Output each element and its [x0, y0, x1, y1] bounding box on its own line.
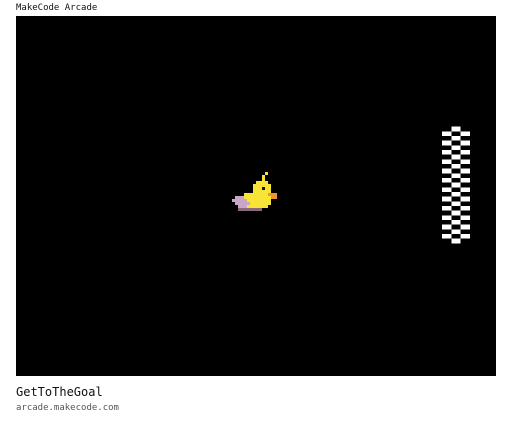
- goal-cell: [451, 164, 461, 169]
- goal-cell: [460, 224, 470, 230]
- game-name: GetToTheGoal: [16, 385, 103, 399]
- goal-cell: [442, 187, 452, 192]
- goal-cell: [460, 206, 470, 211]
- goal-cell: [460, 234, 470, 239]
- goal-cell: [451, 145, 461, 150]
- goal-cell: [442, 159, 452, 164]
- goal-cell: [442, 234, 452, 239]
- app-title: MakeCode Arcade: [16, 3, 98, 13]
- goal-cell: [460, 196, 470, 202]
- goal-cell: [451, 201, 461, 206]
- goal-cell: [451, 192, 461, 197]
- goal-cell: [451, 229, 461, 234]
- game-screen[interactable]: [16, 16, 496, 376]
- goal-cell: [451, 182, 461, 188]
- goal-cell: [451, 238, 461, 244]
- goal-cell: [442, 206, 452, 211]
- goal-cell: [442, 215, 452, 220]
- goal-cell: [442, 224, 452, 230]
- goal-cell: [460, 159, 470, 164]
- duck-eye: [262, 187, 265, 190]
- goal-cell: [460, 178, 470, 183]
- goal-cell: [460, 215, 470, 220]
- goal-cell: [442, 196, 452, 202]
- goal-cell: [460, 140, 470, 146]
- goal-cell: [442, 140, 452, 146]
- goal-cell: [442, 131, 452, 136]
- goal-cell: [460, 150, 470, 155]
- goal-cell: [451, 136, 461, 141]
- goal-cell: [451, 220, 461, 225]
- duck-outline: [238, 208, 262, 211]
- checkered-flag-icon: [442, 126, 470, 244]
- goal-cell: [460, 187, 470, 192]
- duck-antenna: [262, 172, 268, 181]
- duck-sprite-icon: [232, 172, 277, 211]
- goal-cell: [460, 168, 470, 174]
- goal-cell: [451, 154, 461, 160]
- goal-cell: [460, 131, 470, 136]
- site-link[interactable]: arcade.makecode.com: [16, 403, 119, 414]
- goal-cell: [451, 210, 461, 216]
- goal-cell: [451, 126, 461, 132]
- goal-cell: [451, 173, 461, 178]
- goal-cell: [442, 168, 452, 174]
- goal-cell: [442, 178, 452, 183]
- goal-cell: [442, 150, 452, 155]
